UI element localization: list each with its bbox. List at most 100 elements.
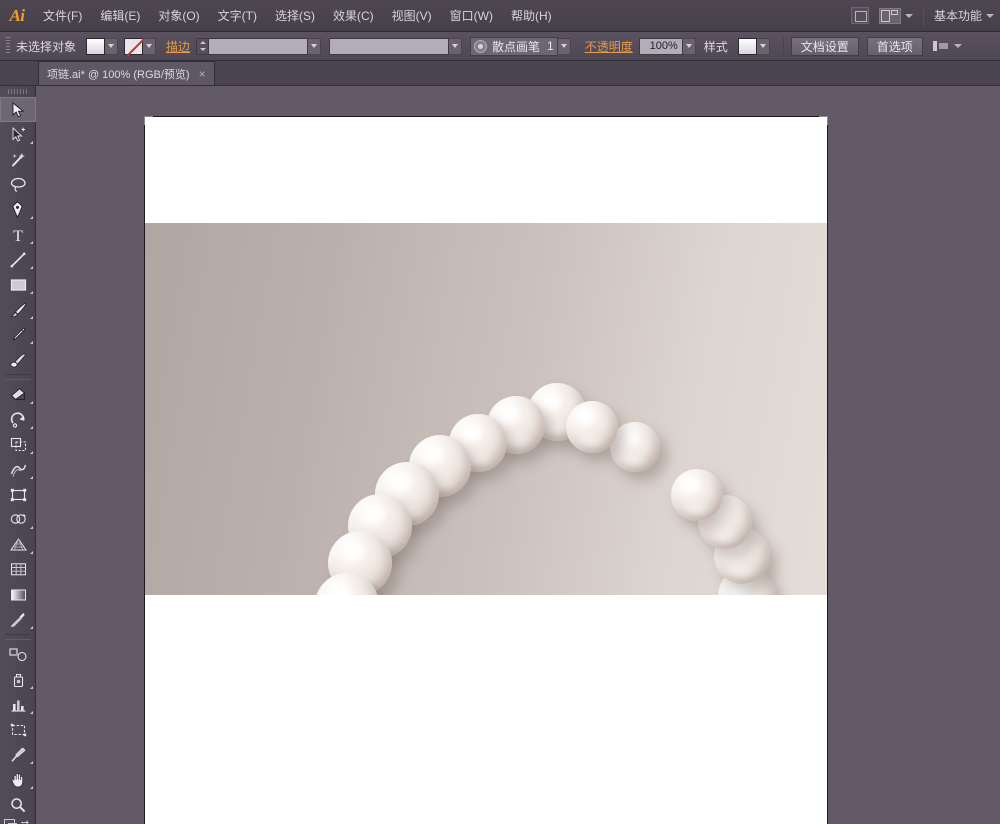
perspective-grid-tool[interactable] (0, 532, 36, 557)
opacity-control[interactable]: 100% (638, 37, 696, 55)
menu-file[interactable]: 文件(F) (34, 5, 91, 27)
menu-bar: Ai 文件(F) 编辑(E) 对象(O) 文字(T) 选择(S) 效果(C) 视… (0, 0, 1000, 32)
divider (782, 36, 784, 56)
document-tab-bar: 项链.ai* @ 100% (RGB/预览) × (0, 61, 1000, 86)
pencil-tool[interactable] (0, 322, 36, 347)
menu-help[interactable]: 帮助(H) (502, 5, 561, 27)
tool-divider (4, 374, 31, 380)
color-controls-row: ⇄ (0, 817, 35, 824)
rotate-tool[interactable] (0, 407, 36, 432)
blend-tool[interactable] (0, 642, 36, 667)
line-segment-tool[interactable] (0, 247, 36, 272)
zoom-tool[interactable] (0, 792, 36, 817)
stroke-profile-chevron-icon[interactable] (449, 37, 463, 55)
menu-object[interactable]: 对象(O) (149, 5, 208, 27)
opacity-label[interactable]: 不透明度 (585, 38, 633, 55)
scatter-brush-icon (474, 39, 488, 53)
lasso-tool[interactable] (0, 172, 36, 197)
symbol-sprayer-tool[interactable] (0, 667, 36, 692)
stroke-swatch-none[interactable] (124, 37, 144, 55)
menu-type[interactable]: 文字(T) (209, 5, 266, 27)
default-fill-stroke-icon[interactable] (4, 819, 17, 824)
workspace-chevron-down-icon[interactable] (986, 13, 994, 18)
menu-effect[interactable]: 效果(C) (324, 5, 383, 27)
document-tab[interactable]: 项链.ai* @ 100% (RGB/预览) × (38, 61, 215, 85)
fill-color-control[interactable] (86, 37, 119, 55)
width-tool[interactable] (0, 457, 36, 482)
slice-tool[interactable] (0, 742, 36, 767)
menu-window[interactable]: 窗口(W) (441, 5, 502, 27)
app-logo: Ai (9, 5, 25, 25)
divider (922, 5, 924, 26)
svg-text:T: T (13, 228, 23, 243)
canvas-area[interactable] (36, 86, 1000, 824)
rectangle-tool[interactable] (0, 272, 36, 297)
mesh-tool[interactable] (0, 557, 36, 582)
tools-panel-grip[interactable] (0, 86, 35, 97)
shape-builder-tool[interactable] (0, 507, 36, 532)
workspace-switcher[interactable]: 基本功能 (934, 7, 982, 24)
swap-fill-stroke-icon[interactable]: ⇄ (21, 819, 29, 824)
stroke-profile-control[interactable] (329, 37, 463, 55)
stroke-weight-input[interactable] (208, 37, 309, 55)
brush-number: 1 (547, 39, 554, 53)
artboard-corner-tr (819, 116, 828, 125)
pearl (566, 401, 618, 453)
document-tab-title: 项链.ai* @ 100% (RGB/预览) (47, 68, 190, 81)
brush-name: 散点画笔 (492, 39, 541, 54)
pen-tool[interactable] (0, 197, 36, 222)
selection-status: 未选择对象 (16, 39, 77, 54)
stroke-weight-control[interactable] (196, 37, 322, 55)
arrange-documents-icon[interactable] (878, 7, 901, 24)
hand-tool[interactable] (0, 767, 36, 792)
free-transform-tool[interactable] (0, 482, 36, 507)
opacity-input[interactable]: 100% (638, 37, 683, 55)
stroke-color-control[interactable] (124, 37, 157, 55)
control-bar-grip[interactable] (6, 37, 10, 55)
style-swatch[interactable] (737, 37, 757, 55)
scale-tool[interactable] (0, 432, 36, 457)
stroke-weight-stepper[interactable] (196, 37, 209, 55)
style-chevron-icon[interactable] (756, 37, 770, 55)
stroke-profile-input[interactable] (329, 37, 450, 55)
control-bar: 未选择对象 描边 散点画笔 1 不透明度 100% 样式 文档设置 首选项 (0, 32, 1000, 61)
opacity-chevron-icon[interactable] (682, 37, 696, 55)
paintbrush-tool[interactable] (0, 297, 36, 322)
align-icon[interactable] (932, 39, 950, 53)
magic-wand-tool[interactable] (0, 147, 36, 172)
artboard-corner-tl (144, 116, 153, 125)
menu-select[interactable]: 选择(S) (266, 5, 324, 27)
stroke-dropdown-chevron-icon[interactable] (143, 37, 157, 55)
gradient-tool[interactable] (0, 582, 36, 607)
stroke-weight-chevron-icon[interactable] (308, 37, 322, 55)
style-label: 样式 (703, 39, 728, 54)
pearl (671, 469, 723, 521)
menu-edit[interactable]: 编辑(E) (91, 5, 149, 27)
tools-panel: T (0, 86, 36, 824)
artboard-tool[interactable] (0, 717, 36, 742)
menubar-right-group: 基本功能 (845, 5, 1000, 26)
chevron-down-icon[interactable] (904, 13, 913, 18)
document-setup-button[interactable]: 文档设置 (790, 36, 859, 56)
selection-tool[interactable] (0, 97, 36, 122)
type-tool[interactable]: T (0, 222, 36, 247)
fill-swatch[interactable] (86, 37, 106, 55)
artboard[interactable] (144, 116, 828, 824)
preferences-button[interactable]: 首选项 (866, 36, 923, 56)
graphic-style-control[interactable] (737, 37, 770, 55)
direct-selection-tool[interactable] (0, 122, 36, 147)
eyedropper-tool[interactable] (0, 607, 36, 632)
fill-dropdown-chevron-icon[interactable] (105, 37, 119, 55)
tool-divider (4, 634, 31, 640)
brush-chevron-icon[interactable] (557, 37, 571, 55)
menu-view[interactable]: 视图(V) (383, 5, 441, 27)
brush-definition-control[interactable]: 散点画笔 1 (470, 36, 558, 56)
column-graph-tool[interactable] (0, 692, 36, 717)
close-icon[interactable]: × (199, 68, 206, 80)
stroke-label[interactable]: 描边 (166, 38, 190, 55)
bridge-icon[interactable] (850, 7, 869, 24)
pearl-necklace-artwork[interactable] (145, 223, 827, 595)
blob-brush-tool[interactable] (0, 347, 36, 372)
align-chevron-down-icon[interactable] (953, 44, 962, 48)
eraser-tool[interactable] (0, 382, 36, 407)
